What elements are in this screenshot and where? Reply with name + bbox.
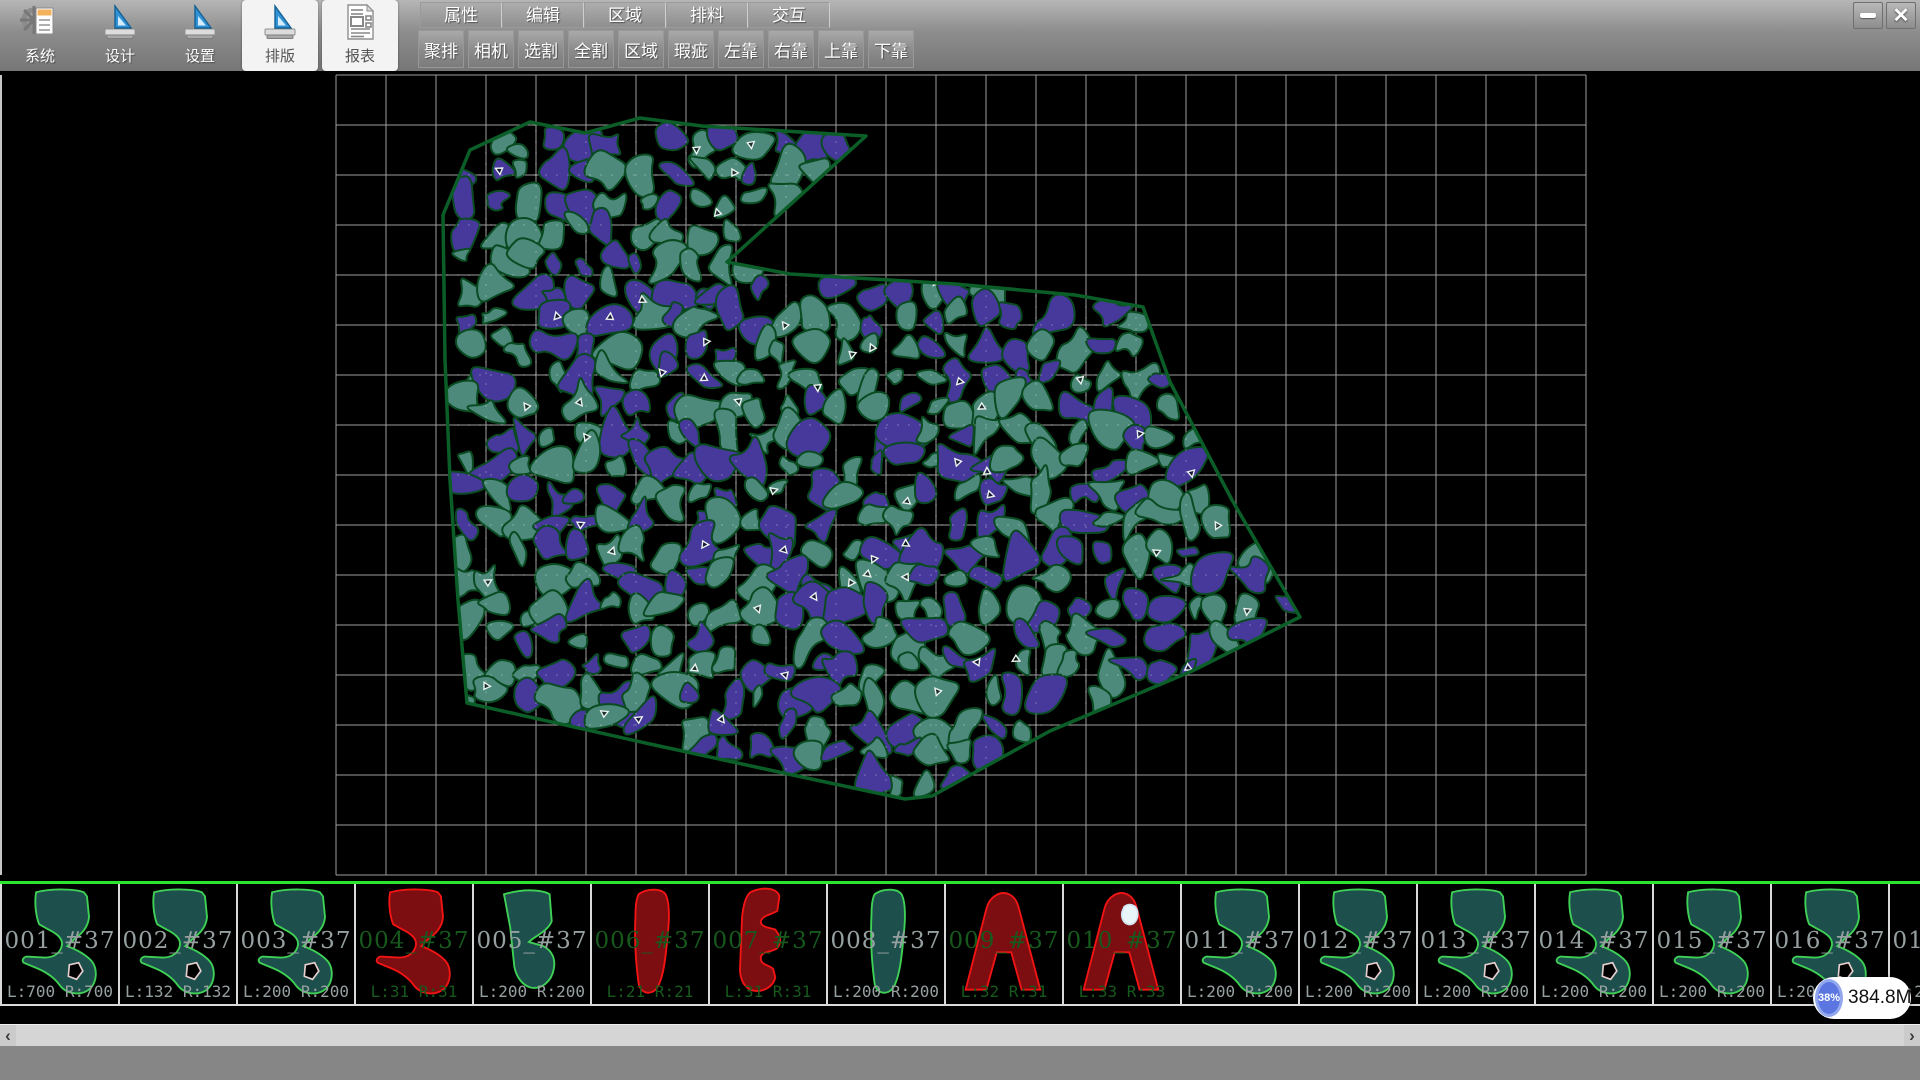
part-lr-count-label: L:200 R:200	[1654, 982, 1770, 1001]
menu-interact[interactable]: 交互	[748, 2, 830, 28]
menu-properties[interactable]: 属性	[420, 2, 502, 28]
part-lr-count-label: L:200 R:200	[474, 982, 590, 1001]
part-thumbnail[interactable]: 010_#37 L:33 R:33	[1064, 884, 1182, 1004]
canvas-left-border	[0, 75, 2, 875]
part-id-label: 011_#37	[1182, 928, 1298, 954]
part-id-label: 010_#37	[1064, 928, 1180, 954]
part-thumbnail[interactable]: 007_#37 L:31 R:31	[710, 884, 828, 1004]
mode-nesting[interactable]: 排版	[242, 0, 318, 71]
close-icon: ✕	[1893, 6, 1910, 26]
mode-report-label: 报表	[345, 45, 375, 66]
memory-value-label: 384.8M	[1848, 987, 1911, 1009]
part-lr-count-label: L:31 R:31	[710, 982, 826, 1001]
part-lr-count-label: L:132 R:132	[120, 982, 236, 1001]
part-id-label: 013_#37	[1418, 928, 1534, 954]
part-thumbnail[interactable]: 013_#37 L:200 R:200	[1418, 884, 1536, 1004]
mode-design[interactable]: 设计	[82, 0, 158, 71]
mode-settings[interactable]: 设置	[162, 0, 238, 71]
mode-report[interactable]: 报表	[322, 0, 398, 71]
part-id-label: 014_#37	[1536, 928, 1652, 954]
part-thumbnail[interactable]: 006_#37 L:21 R:21	[592, 884, 710, 1004]
part-lr-count-label: L:200 R:200	[1182, 982, 1298, 1001]
part-thumbnail[interactable]: 004_#37 L:31 R:31	[356, 884, 474, 1004]
mode-settings-label: 设置	[185, 45, 215, 66]
part-lr-count-label: L:200 R:200	[1418, 982, 1534, 1001]
part-thumbnail[interactable]: 012_#37 L:200 R:200	[1300, 884, 1418, 1004]
menu-region[interactable]: 区域	[584, 2, 666, 28]
part-id-label: 017_#37	[1890, 928, 1920, 954]
tool-align-right[interactable]: 右靠	[768, 30, 814, 68]
tool-cut-all[interactable]: 全割	[568, 30, 614, 68]
part-id-label: 002_#37	[120, 928, 236, 954]
part-thumbnail[interactable]: 014_#37 L:200 R:200	[1536, 884, 1654, 1004]
mode-system-label: 系统	[25, 45, 55, 66]
part-thumbnail[interactable]: 015_#37 L:200 R:200	[1654, 884, 1772, 1004]
part-id-label: 015_#37	[1654, 928, 1770, 954]
menu-bar: 属性编辑区域排料交互	[420, 2, 830, 28]
part-id-label: 006_#37	[592, 928, 708, 954]
tool-cluster-nest[interactable]: 聚排	[418, 30, 464, 68]
part-thumbnail[interactable]: 001_#37 L:700 R:700	[2, 884, 120, 1004]
part-lr-count-label: L:33 R:33	[1064, 982, 1180, 1001]
part-id-label: 008_#37	[828, 928, 944, 954]
part-lr-count-label: L:200 R:200	[1536, 982, 1652, 1001]
nesting-canvas-svg	[0, 71, 1920, 881]
part-lr-count-label: L:700 R:700	[2, 982, 118, 1001]
part-lr-count-label: L:32 R:31	[946, 982, 1062, 1001]
part-id-label: 007_#37	[710, 928, 826, 954]
part-thumbnail[interactable]: 011_#37 L:200 R:200	[1182, 884, 1300, 1004]
parts-list: 001_#37L:700 R:700002_#37L:132 R:132003_…	[0, 884, 1920, 1006]
part-id-label: 003_#37	[238, 928, 354, 954]
minimize-button[interactable]	[1853, 2, 1883, 29]
status-bar	[0, 1046, 1920, 1080]
horizontal-scrollbar[interactable]: ‹ ›	[0, 1024, 1920, 1046]
mode-nesting-label: 排版	[265, 45, 295, 66]
part-lr-count-label: L:21 R:21	[592, 982, 708, 1001]
part-lr-count-label: L:200 R:200	[828, 982, 944, 1001]
window-controls: ✕	[1853, 2, 1916, 29]
ruler-icon	[260, 2, 300, 42]
part-lr-count-label: L:31 R:31	[356, 982, 472, 1001]
part-thumbnail[interactable]: 005_#37 L:200 R:200	[474, 884, 592, 1004]
close-button[interactable]: ✕	[1886, 2, 1916, 29]
ruler-icon	[180, 2, 220, 42]
tool-camera[interactable]: 相机	[468, 30, 514, 68]
menu-nesting[interactable]: 排料	[666, 2, 748, 28]
part-id-label: 001_#37	[2, 928, 118, 954]
scroll-left-arrow-icon[interactable]: ‹	[0, 1025, 16, 1047]
tool-select-cut[interactable]: 选割	[518, 30, 564, 68]
minimize-icon	[1860, 13, 1876, 18]
part-thumbnail[interactable]: 008_#37 L:200 R:200	[828, 884, 946, 1004]
tool-region[interactable]: 区域	[618, 30, 664, 68]
ruler-icon	[100, 2, 140, 42]
memory-percent-badge: 38%	[1815, 979, 1843, 1017]
tool-align-top[interactable]: 上靠	[818, 30, 864, 68]
part-thumbnail[interactable]: 002_#37 L:132 R:132	[120, 884, 238, 1004]
part-thumbnail[interactable]: 009_#37 L:32 R:31	[946, 884, 1064, 1004]
part-id-label: 012_#37	[1300, 928, 1416, 954]
menu-edit[interactable]: 编辑	[502, 2, 584, 28]
tool-align-left[interactable]: 左靠	[718, 30, 764, 68]
tool-align-bottom[interactable]: 下靠	[868, 30, 914, 68]
part-lr-count-label: L:200 R:200	[1300, 982, 1416, 1001]
part-id-label: 009_#37	[946, 928, 1062, 954]
part-id-label: 004_#37	[356, 928, 472, 954]
gear-doc-icon	[20, 2, 60, 42]
part-id-label: 016_#37	[1772, 928, 1888, 954]
memory-usage-badge: 38% 384.8M	[1813, 977, 1911, 1019]
tool-defect[interactable]: 瑕疵	[668, 30, 714, 68]
part-thumbnail[interactable]: 003_#37 L:200 R:200	[238, 884, 356, 1004]
part-lr-count-label: L:200 R:200	[238, 982, 354, 1001]
parts-panel: 001_#37L:700 R:700002_#37L:132 R:132003_…	[0, 881, 1920, 1008]
tool-bar: 聚排相机选割全割区域瑕疵左靠右靠上靠下靠	[418, 30, 918, 70]
mode-design-label: 设计	[105, 45, 135, 66]
mode-system[interactable]: 系统	[2, 0, 78, 71]
main-toolbar: 系统设计设置排版报表 属性编辑区域排料交互 聚排相机选割全割区域瑕疵左靠右靠上靠…	[0, 0, 1920, 72]
nesting-canvas[interactable]	[0, 71, 1920, 881]
part-id-label: 005_#37	[474, 928, 590, 954]
report-icon	[340, 2, 380, 42]
scroll-right-arrow-icon[interactable]: ›	[1904, 1025, 1920, 1047]
